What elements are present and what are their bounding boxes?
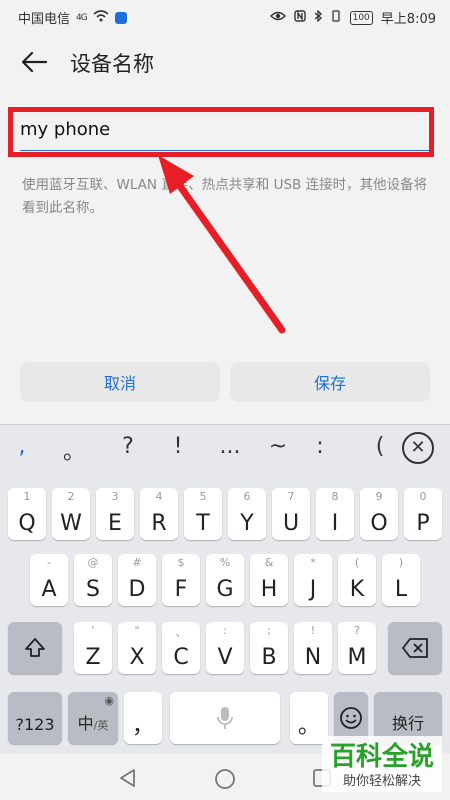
symbol-key[interactable]: ?	[108, 434, 148, 468]
key-l[interactable]: ) L	[382, 554, 420, 606]
key-b[interactable]: ; B	[250, 622, 288, 674]
status-right: 100 早上8:09	[269, 8, 436, 27]
numbers-key[interactable]: ?123	[8, 692, 62, 744]
key-c[interactable]: 、 C	[162, 622, 200, 674]
arrow-left-icon	[18, 51, 50, 82]
keyboard-divider	[0, 424, 450, 425]
key-u[interactable]: 7U	[272, 488, 310, 540]
shift-key[interactable]	[8, 622, 62, 674]
language-key[interactable]: ◉ 中/英	[68, 692, 118, 744]
backspace-icon	[401, 637, 429, 663]
key-p[interactable]: 0P	[404, 488, 442, 540]
page-title: 设备名称	[70, 52, 154, 76]
key-h[interactable]: & H	[250, 554, 288, 606]
cancel-button[interactable]: 取消	[20, 362, 220, 402]
highlight-box	[8, 107, 434, 157]
symbol-key[interactable]: ~	[258, 434, 298, 468]
back-button[interactable]	[18, 46, 50, 78]
symbol-key[interactable]: ,	[2, 434, 42, 468]
key-q[interactable]: 1Q	[8, 488, 46, 540]
status-left: 中国电信 4G	[18, 8, 127, 27]
key-a[interactable]: -A	[30, 554, 68, 606]
app-notification-icon	[114, 11, 127, 24]
symbol-key[interactable]: :	[300, 434, 340, 468]
vibrate-icon	[330, 9, 342, 26]
key-j[interactable]: * J	[294, 554, 332, 606]
key-i[interactable]: 8I	[316, 488, 354, 540]
device-name-hint: 使用蓝牙互联、WLAN 直连、热点共享和 USB 连接时，其他设备将看到此名称。	[22, 177, 428, 216]
key-f[interactable]: $ F	[162, 554, 200, 606]
key-m[interactable]: ? M	[338, 622, 376, 674]
key-o[interactable]: 9O	[360, 488, 398, 540]
emoji-icon	[339, 706, 363, 734]
comma-key[interactable]: ，	[124, 692, 162, 744]
clock: 早上8:09	[380, 12, 436, 27]
close-symbols-icon[interactable]: ✕	[402, 432, 434, 464]
key-y[interactable]: 6Y	[228, 488, 266, 540]
watermark-subtitle: 助你轻松解决	[342, 774, 421, 789]
key-k[interactable]: (K	[338, 554, 376, 606]
symbol-key[interactable]: 。	[54, 434, 94, 468]
key-x[interactable]: " X	[118, 622, 156, 674]
nfc-icon	[293, 9, 306, 26]
key-d[interactable]: # D	[118, 554, 156, 606]
signal-label: 4G	[76, 12, 88, 23]
carrier-label: 中国电信	[18, 12, 71, 27]
status-bar: 中国电信 4G 100 早上8:09	[0, 0, 450, 32]
microphone-icon	[217, 706, 233, 734]
symbol-key[interactable]: (	[360, 434, 400, 468]
app-header: 设备名称	[0, 32, 450, 92]
symbol-key[interactable]: ...	[210, 434, 250, 468]
key-z[interactable]: ' Z	[74, 622, 112, 674]
backspace-key[interactable]	[388, 622, 442, 674]
key-n[interactable]: ! N	[294, 622, 332, 674]
shift-icon	[23, 636, 47, 664]
key-s[interactable]: @ S	[74, 554, 112, 606]
battery-indicator: 100	[349, 10, 373, 25]
bluetooth-icon	[314, 8, 322, 26]
symbol-bar: , 。 ? ! ... ~ : (	[0, 428, 450, 474]
watermark-title: 百科全说	[329, 742, 434, 772]
key-r[interactable]: 4R	[140, 488, 178, 540]
space-key[interactable]	[170, 692, 280, 744]
globe-icon: ◉	[104, 694, 114, 707]
symbol-key[interactable]: !	[158, 434, 198, 468]
key-e[interactable]: 3E	[96, 488, 134, 540]
nav-back-icon[interactable]	[118, 768, 138, 792]
nav-home-icon[interactable]	[214, 768, 236, 794]
watermark: 百科全说 助你轻松解决	[322, 736, 442, 792]
key-v[interactable]: :V	[206, 622, 244, 674]
key-g[interactable]: % G	[206, 554, 244, 606]
key-w[interactable]: 2W	[52, 488, 90, 540]
key-t[interactable]: 5T	[184, 488, 222, 540]
eye-icon	[269, 10, 286, 26]
save-button[interactable]: 保存	[230, 362, 430, 402]
wifi-icon	[93, 9, 109, 26]
